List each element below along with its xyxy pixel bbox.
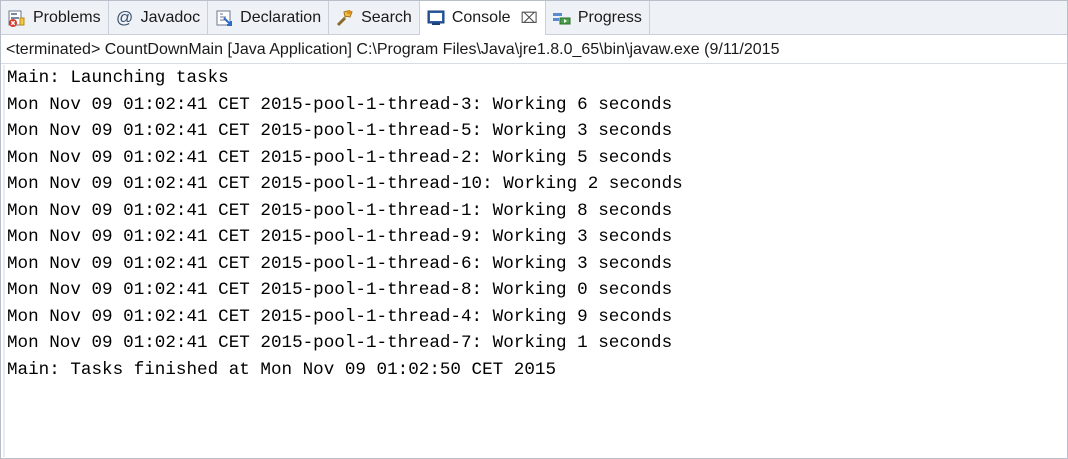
tab-label: Search — [361, 8, 412, 26]
console-line: Mon Nov 09 01:02:41 CET 2015-pool-1-thre… — [7, 121, 673, 141]
problems-icon — [7, 8, 27, 28]
tab-label: Declaration — [240, 8, 322, 26]
console-line: Main: Tasks finished at Mon Nov 09 01:02… — [7, 359, 557, 380]
tab-search[interactable]: Search — [329, 1, 420, 34]
progress-icon — [552, 8, 572, 28]
console-line: Mon Nov 09 01:02:41 CET 2015-pool-1-thre… — [7, 280, 673, 300]
console-view: Problems @ Javadoc Declaration Search Co… — [0, 0, 1068, 459]
process-status-line: <terminated> CountDownMain [Java Applica… — [1, 35, 1067, 64]
tab-problems[interactable]: Problems — [1, 1, 109, 34]
console-line: Mon Nov 09 01:02:41 CET 2015-pool-1-thre… — [7, 200, 673, 221]
console-output[interactable]: Main: Launching tasks Mon Nov 09 01:02:4… — [1, 65, 1067, 457]
console-line: Mon Nov 09 01:02:41 CET 2015-pool-1-thre… — [7, 174, 683, 194]
close-icon[interactable]: ⌧ — [521, 9, 538, 27]
javadoc-icon: @ — [115, 7, 134, 27]
console-icon — [426, 8, 446, 28]
tab-label: Problems — [33, 8, 101, 26]
tab-label: Javadoc — [140, 8, 201, 26]
console-line: Mon Nov 09 01:02:41 CET 2015-pool-1-thre… — [7, 333, 673, 353]
tab-javadoc[interactable]: @ Javadoc — [109, 1, 209, 34]
console-line: Mon Nov 09 01:02:41 CET 2015-pool-1-thre… — [7, 94, 673, 115]
tab-declaration[interactable]: Declaration — [208, 1, 330, 34]
console-line: Main: Launching tasks — [7, 68, 229, 88]
console-line: Mon Nov 09 01:02:41 CET 2015-pool-1-thre… — [7, 227, 673, 247]
search-icon — [335, 8, 355, 28]
tab-label: Console — [451, 9, 511, 26]
console-line: Mon Nov 09 01:02:41 CET 2015-pool-1-thre… — [7, 147, 673, 168]
console-line: Mon Nov 09 01:02:41 CET 2015-pool-1-thre… — [7, 253, 673, 274]
declaration-icon — [214, 8, 234, 28]
view-tab-bar: Problems @ Javadoc Declaration Search Co… — [1, 1, 1067, 35]
tab-label: Progress — [577, 8, 642, 26]
console-line: Mon Nov 09 01:02:41 CET 2015-pool-1-thre… — [7, 306, 673, 327]
tab-progress[interactable]: Progress — [546, 1, 650, 34]
tab-console[interactable]: Console ⌧ — [419, 1, 546, 35]
